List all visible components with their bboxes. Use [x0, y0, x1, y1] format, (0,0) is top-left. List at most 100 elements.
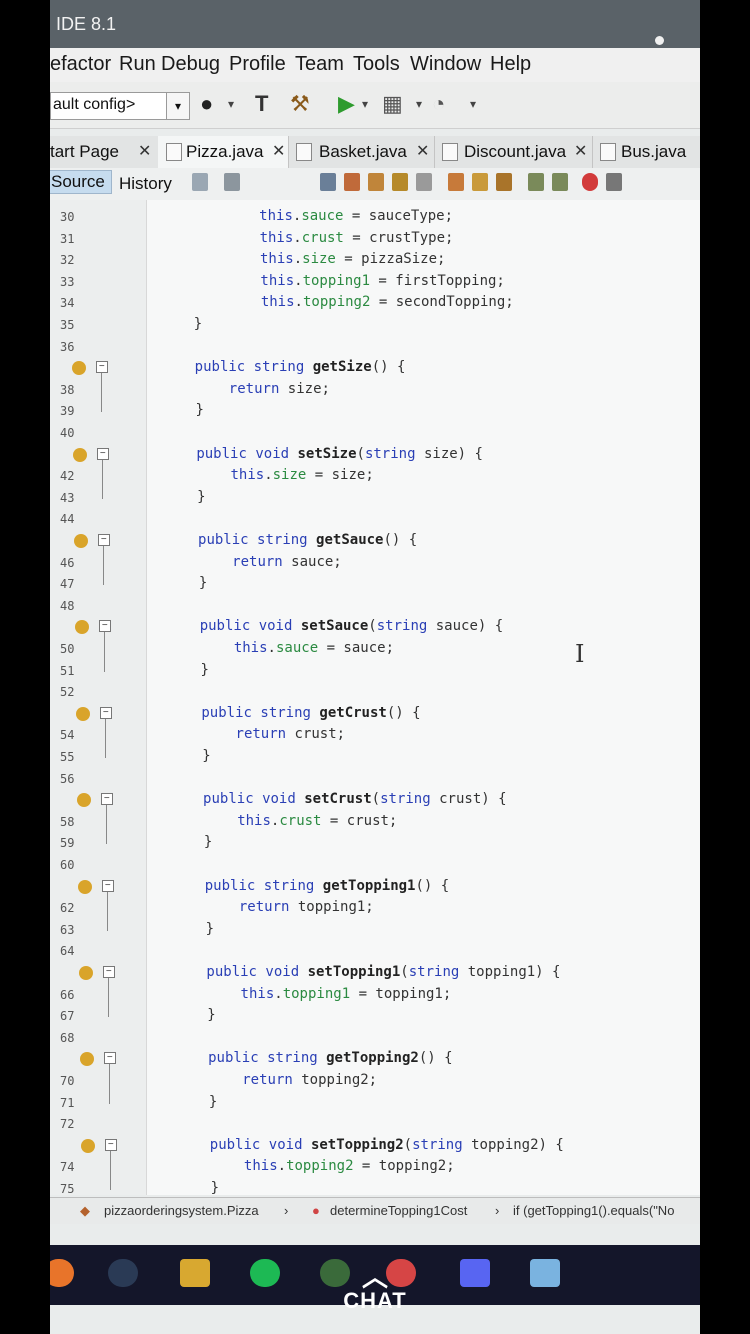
shift-left-icon[interactable]	[528, 173, 544, 191]
menu-team[interactable]: Team	[295, 53, 344, 76]
close-icon[interactable]: ✕	[138, 141, 151, 161]
menu-refactor[interactable]: efactor	[50, 53, 111, 76]
run-dropdown-icon[interactable]: ▾	[362, 90, 368, 118]
code-line[interactable]: return topping1;	[171, 899, 374, 915]
code-line[interactable]: }	[165, 575, 207, 591]
tab-discount-java[interactable]: Discount.java ✕	[434, 136, 593, 168]
config-select[interactable]: ault config> ▾	[50, 92, 190, 120]
code-line[interactable]: this.size = size;	[163, 467, 373, 483]
start-macro-icon[interactable]	[582, 173, 598, 191]
code-line[interactable]: }	[169, 748, 210, 764]
fold-toggle-icon[interactable]: −	[100, 793, 113, 806]
breadcrumb-class[interactable]: pizzaorderingsystem.Pizza	[104, 1203, 259, 1218]
breadcrumb-method[interactable]: determineTopping1Cost	[330, 1203, 467, 1218]
tab-bus-java[interactable]: Bus.java	[592, 136, 700, 168]
bulb-icon[interactable]	[77, 879, 92, 894]
code-line[interactable]: public void setSauce(string sauce) {	[166, 618, 503, 634]
code-line[interactable]: public string getTopping2() {	[174, 1050, 452, 1066]
code-line[interactable]: }	[160, 316, 202, 332]
breadcrumb-statement[interactable]: if (getTopping1().equals("No	[513, 1203, 674, 1218]
code-line[interactable]: public void setTopping1(string topping1)…	[173, 964, 560, 980]
dropdown-arrow-icon[interactable]: ▾	[228, 90, 234, 118]
fold-toggle-icon[interactable]: −	[96, 447, 109, 460]
find-icon[interactable]	[320, 173, 336, 191]
code-line[interactable]: public void setTopping2(string topping2)…	[176, 1137, 564, 1153]
bulb-icon[interactable]	[80, 1138, 95, 1153]
code-line[interactable]: public string getTopping1() {	[171, 878, 449, 894]
code-line[interactable]: }	[177, 1180, 219, 1196]
fold-toggle-icon[interactable]: −	[99, 706, 112, 719]
code-line[interactable]: public string getCrust() {	[168, 705, 420, 721]
code-line[interactable]: return sauce;	[165, 554, 342, 570]
back-icon[interactable]	[192, 173, 208, 191]
code-line[interactable]: this.topping2 = topping2;	[176, 1158, 455, 1174]
fold-toggle-icon[interactable]: −	[102, 966, 115, 978]
stop-macro-icon[interactable]	[606, 173, 622, 191]
close-icon[interactable]: ✕	[272, 141, 285, 161]
fold-toggle-icon[interactable]: −	[103, 1052, 116, 1065]
steam-icon[interactable]	[108, 1259, 138, 1287]
code-line[interactable]: }	[174, 1007, 215, 1023]
discord-icon[interactable]	[460, 1259, 490, 1287]
fold-toggle-icon[interactable]: −	[97, 534, 110, 546]
chevron-down-icon[interactable]: ▾	[166, 93, 189, 119]
code-line[interactable]: this.topping2 = secondTopping;	[160, 294, 514, 310]
prev-bookmark-icon[interactable]	[448, 173, 464, 191]
code-line[interactable]: this.crust = crustType;	[158, 230, 454, 246]
history-view-button[interactable]: History	[119, 174, 172, 194]
firefox-icon[interactable]	[50, 1259, 74, 1287]
bulb-icon[interactable]	[71, 361, 86, 376]
code-line[interactable]: return size;	[161, 381, 330, 397]
code-line[interactable]: this.sauce = sauce;	[166, 640, 394, 656]
bulb-icon[interactable]	[76, 793, 91, 808]
code-line[interactable]: this.size = pizzaSize;	[159, 251, 445, 267]
fold-toggle-icon[interactable]: −	[98, 620, 111, 633]
code-line[interactable]: this.crust = crust;	[170, 813, 397, 829]
toggle-highlight-icon[interactable]	[392, 173, 408, 191]
code-line[interactable]: }	[167, 662, 209, 678]
debug-dropdown-icon[interactable]: ▾	[416, 90, 422, 118]
more-options-icon[interactable]	[655, 36, 667, 76]
code-line[interactable]: }	[163, 489, 205, 505]
folder-icon[interactable]	[180, 1259, 210, 1287]
code-line[interactable]: public string getSize() {	[161, 359, 406, 375]
hammer-icon[interactable]: T	[255, 90, 268, 118]
menu-tools[interactable]: Tools	[353, 53, 400, 76]
tab-basket-java[interactable]: Basket.java ✕	[288, 136, 435, 168]
prev-occurrence-icon[interactable]	[344, 173, 360, 191]
profile-icon[interactable]: ◔	[432, 90, 445, 118]
tab-pizza-java[interactable]: Pizza.java ✕	[158, 136, 289, 168]
toggle-bookmark-icon[interactable]	[496, 173, 512, 191]
globe-icon[interactable]: ●	[200, 90, 213, 118]
close-icon[interactable]: ✕	[574, 141, 587, 161]
code-line[interactable]: }	[162, 402, 203, 418]
menu-run[interactable]: Run	[119, 53, 156, 76]
code-editor[interactable]: 30 31 32 33 34 35 36 − 38 39 40 − 42 43 44 − 46 47 48 − 50 51…	[50, 200, 700, 1196]
code-line[interactable]: this.topping1 = firstTopping;	[159, 273, 504, 289]
source-view-button[interactable]: Source	[50, 170, 112, 194]
next-bookmark-icon[interactable]	[472, 173, 488, 191]
fold-toggle-icon[interactable]: −	[95, 361, 108, 374]
tab-start-page[interactable]: tart Page ✕	[50, 136, 159, 168]
code-line[interactable]: this.topping1 = topping1;	[173, 986, 452, 1002]
code-line[interactable]: public void setSize(string size) {	[163, 446, 483, 462]
run-icon[interactable]: ▶	[338, 90, 355, 118]
menu-profile[interactable]: Profile	[229, 53, 286, 76]
profile-dropdown-icon[interactable]: ▾	[470, 90, 476, 118]
fold-toggle-icon[interactable]: −	[101, 879, 114, 892]
code-line[interactable]: return crust;	[168, 726, 346, 742]
bulb-icon[interactable]	[75, 706, 90, 721]
shift-right-icon[interactable]	[552, 173, 568, 191]
code-line[interactable]: }	[175, 1094, 217, 1110]
bulb-icon[interactable]	[79, 1052, 94, 1067]
code-line[interactable]: }	[170, 834, 212, 850]
next-occurrence-icon[interactable]	[368, 173, 384, 191]
code-line[interactable]: return topping2;	[175, 1072, 377, 1088]
clean-build-icon[interactable]: ⚒	[290, 90, 310, 118]
code-line[interactable]: this.sauce = sauceType;	[158, 208, 453, 224]
menu-window[interactable]: Window	[410, 53, 481, 76]
bulb-icon[interactable]	[74, 620, 89, 635]
code-line[interactable]: public void setCrust(string crust) {	[169, 791, 506, 807]
menu-help[interactable]: Help	[490, 53, 531, 76]
menu-debug[interactable]: Debug	[161, 53, 220, 76]
